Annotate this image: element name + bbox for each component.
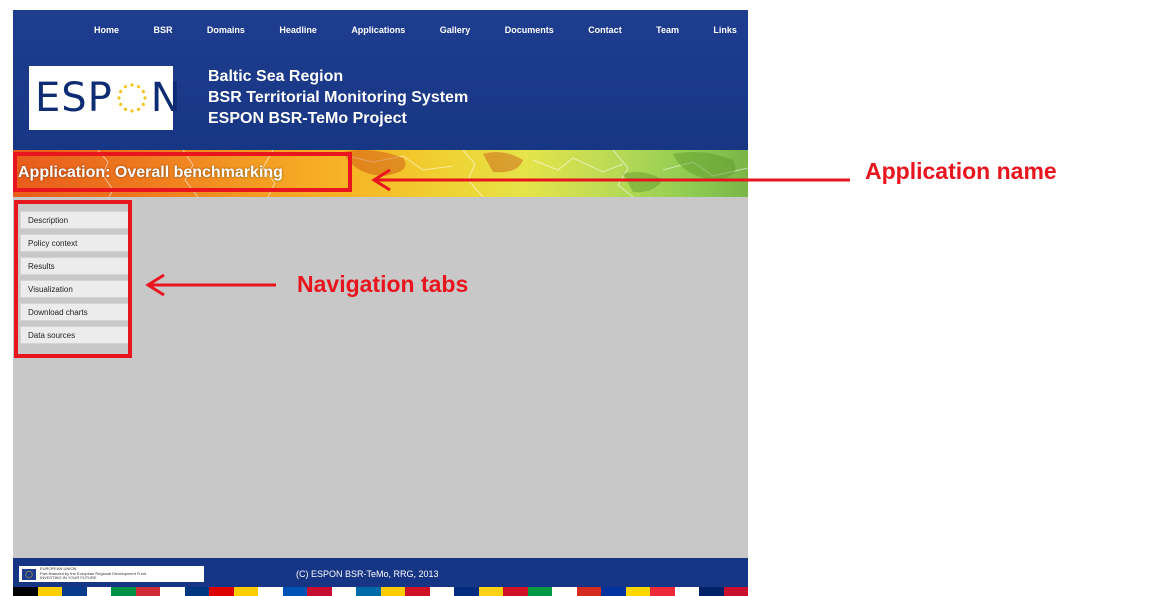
eu-flag-icon <box>22 568 36 580</box>
application-name-highlight-box <box>13 152 352 192</box>
eu-text-line3: INVESTING IN YOUR FUTURE <box>40 575 97 581</box>
site-title: Baltic Sea Region BSR Territorial Monito… <box>208 66 468 129</box>
top-navigation: Home BSR Domains Headline Applications G… <box>89 25 742 41</box>
nav-team[interactable]: Team <box>651 25 684 41</box>
site-title-line1: Baltic Sea Region <box>208 68 344 85</box>
espon-logo[interactable]: ESP N <box>29 66 181 130</box>
application-name-label: Application name <box>865 158 1057 184</box>
logo-text-left: ESP <box>35 75 113 121</box>
nav-gallery[interactable]: Gallery <box>435 25 476 41</box>
site-title-line3: ESPON BSR-TeMo Project <box>208 110 407 127</box>
nav-applications[interactable]: Applications <box>346 25 410 41</box>
site-title-line2: BSR Territorial Monitoring System <box>208 89 469 106</box>
nav-headline[interactable]: Headline <box>274 25 322 41</box>
nav-bsr[interactable]: BSR <box>148 25 177 41</box>
site-footer: EUROPEAN UNION Part-financed by the Euro… <box>13 558 748 596</box>
country-flags-strip <box>13 587 748 596</box>
eu-stars-circle-icon <box>117 83 147 113</box>
eu-funding-badge: EUROPEAN UNION Part-financed by the Euro… <box>19 566 204 582</box>
copyright-text: (C) ESPON BSR-TeMo, RRG, 2013 <box>296 569 439 579</box>
nav-contact[interactable]: Contact <box>583 25 627 41</box>
site-header: Home BSR Domains Headline Applications G… <box>13 10 748 150</box>
nav-domains[interactable]: Domains <box>202 25 250 41</box>
application-name-arrow-icon <box>371 168 850 192</box>
logo-text-right: N <box>150 75 182 121</box>
navigation-tabs-arrow-icon <box>145 273 276 297</box>
navigation-tabs-highlight-box <box>14 200 132 358</box>
nav-links[interactable]: Links <box>708 25 742 41</box>
nav-documents[interactable]: Documents <box>500 25 559 41</box>
nav-home[interactable]: Home <box>89 25 124 41</box>
navigation-tabs-label: Navigation tabs <box>297 271 469 297</box>
